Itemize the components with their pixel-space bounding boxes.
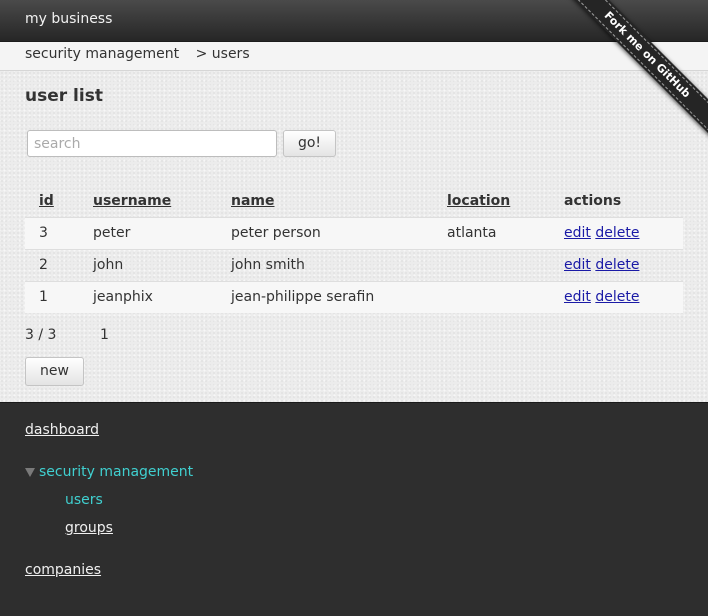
nav-group-security-management[interactable]: security management [39,464,193,480]
pagination-page-1: 1 [100,327,109,343]
column-header-username[interactable]: username [93,193,171,209]
cell-actions: edit delete [564,257,639,273]
breadcrumb: security management > users [25,46,250,62]
delete-link[interactable]: delete [595,289,639,305]
cell-id: 2 [39,257,48,273]
app-title[interactable]: my business [25,11,112,27]
cell-actions: edit delete [564,289,639,305]
edit-link[interactable]: edit [564,289,591,305]
nav-companies-link[interactable]: companies [25,562,101,578]
cell-id: 1 [39,289,48,305]
delete-link[interactable]: delete [595,257,639,273]
nav-item-users[interactable]: users [65,492,103,508]
fork-me-on-github-link[interactable]: Fork me on GitHub [564,0,708,138]
cell-username: peter [93,225,131,241]
cell-name: peter person [231,225,321,241]
table-header: id username name location actions [25,191,683,217]
page-title: user list [25,86,103,106]
edit-link[interactable]: edit [564,257,591,273]
table-row: 1 jeanphix jean-philippe serafin edit de… [25,281,683,313]
search-input[interactable] [27,130,277,157]
column-header-name[interactable]: name [231,193,275,209]
table-row: 2 john john smith edit delete [25,249,683,281]
nav-dashboard-link[interactable]: dashboard [25,422,99,438]
cell-name: jean-philippe serafin [231,289,375,305]
cell-name: john smith [231,257,305,273]
cell-username: jeanphix [93,289,153,305]
cell-location: atlanta [447,225,497,241]
pagination-count: 3 / 3 [25,327,57,343]
navigation-menu: dashboard security management users grou… [0,403,708,616]
cell-id: 3 [39,225,48,241]
breadcrumb-separator: > [195,46,208,62]
triangle-down-icon[interactable] [25,468,35,477]
breadcrumb-current: users [211,46,250,62]
table-row: 3 peter peter person atlanta edit delete [25,217,683,249]
cell-username: john [93,257,124,273]
delete-link[interactable]: delete [595,225,639,241]
cell-actions: edit delete [564,225,639,241]
nav-item-groups[interactable]: groups [65,520,113,536]
breadcrumb-parent[interactable]: security management [25,46,179,62]
column-header-id[interactable]: id [39,193,54,209]
column-header-actions: actions [564,193,622,209]
column-header-location[interactable]: location [447,193,510,209]
github-ribbon: Fork me on GitHub [558,0,708,150]
new-user-button[interactable]: new [25,357,84,386]
search-go-button[interactable]: go! [283,130,336,157]
edit-link[interactable]: edit [564,225,591,241]
